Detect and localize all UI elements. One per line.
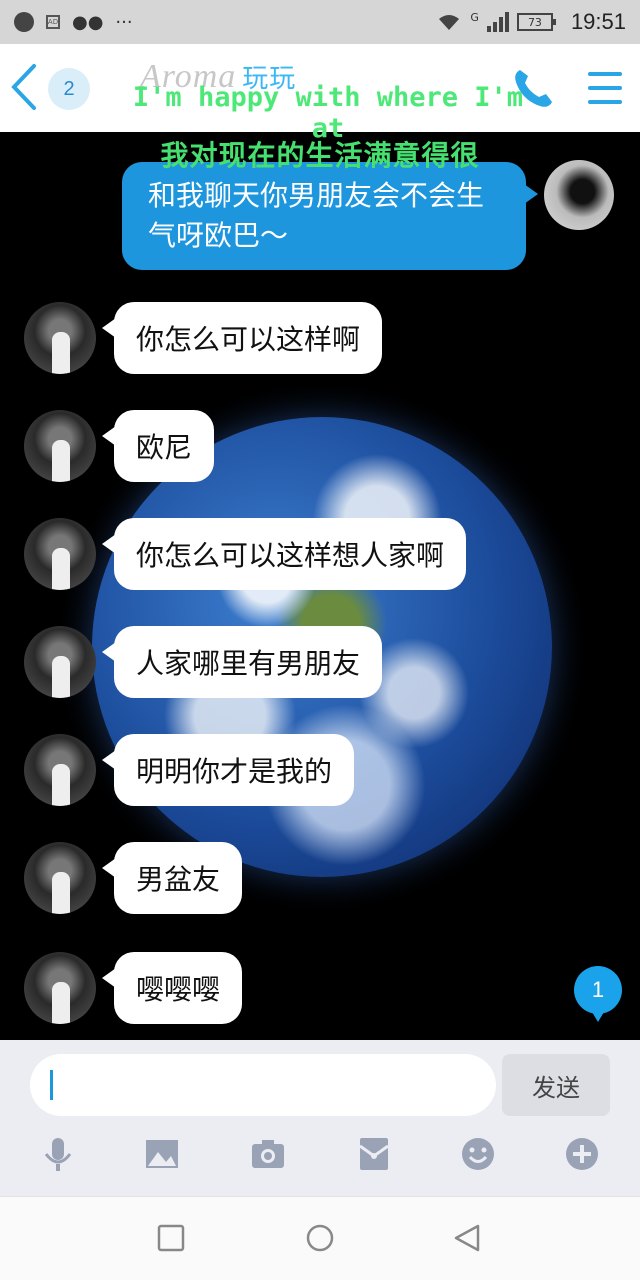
back-nav-icon[interactable] xyxy=(452,1223,482,1253)
network-type: G xyxy=(470,10,479,24)
message-text: 人家哪里有男朋友 xyxy=(136,647,361,680)
emoji-icon[interactable] xyxy=(460,1136,496,1172)
battery-icon: 73 xyxy=(516,13,556,31)
contact-avatar[interactable] xyxy=(24,842,96,914)
battery-level: 73 xyxy=(527,15,542,29)
globe-icon xyxy=(14,12,34,32)
mic-icon[interactable] xyxy=(40,1136,76,1172)
overlay-chinese-caption: 我对现在的生活满意得很 xyxy=(160,139,480,172)
message-bubble-in[interactable]: 欧尼 xyxy=(101,410,215,482)
send-button[interactable]: 发送 xyxy=(502,1054,610,1116)
status-icons-right: G 73 19:51 xyxy=(436,9,626,35)
message-bubble-in[interactable]: 你怎么可以这样啊 xyxy=(101,302,383,374)
plus-icon[interactable] xyxy=(564,1136,600,1172)
message-text: 欧尼 xyxy=(136,431,193,464)
recent-apps-icon[interactable] xyxy=(156,1223,186,1253)
contact-avatar[interactable] xyxy=(24,734,96,806)
camera-icon[interactable] xyxy=(250,1136,286,1172)
message-text: 你怎么可以这样啊 xyxy=(136,323,361,356)
contact-avatar[interactable] xyxy=(24,626,96,698)
wechat-icon: ●● xyxy=(72,11,104,33)
new-message-badge[interactable]: 1 xyxy=(574,966,622,1022)
red-packet-icon[interactable] xyxy=(356,1136,392,1172)
status-icons-left: AD ●● ··· xyxy=(14,12,133,33)
message-bubble-in[interactable]: 男盆友 xyxy=(101,842,243,914)
message-text: 明明你才是我的 xyxy=(136,755,333,788)
status-time: 19:51 xyxy=(570,9,626,34)
home-icon[interactable] xyxy=(305,1223,335,1253)
input-area: 发送 xyxy=(0,1040,640,1196)
contact-avatar[interactable] xyxy=(24,952,96,1024)
message-input[interactable] xyxy=(30,1054,496,1116)
wifi-icon xyxy=(439,15,460,30)
unread-count-badge[interactable]: 2 xyxy=(48,68,90,110)
self-avatar[interactable] xyxy=(544,160,614,230)
contact-avatar[interactable] xyxy=(24,302,96,374)
contact-avatar[interactable] xyxy=(24,410,96,482)
message-text: 男盆友 xyxy=(136,863,221,896)
message-bubble-in[interactable]: 明明你才是我的 xyxy=(101,734,355,806)
message-bubble-out[interactable]: 和我聊天你男朋友会不会生气呀欧巴～ xyxy=(122,162,538,270)
back-icon[interactable] xyxy=(6,62,40,112)
chat-toolbar xyxy=(0,1136,640,1180)
image-icon[interactable] xyxy=(144,1136,180,1172)
system-nav-bar xyxy=(0,1196,640,1280)
chat-area[interactable]: 和我聊天你男朋友会不会生气呀欧巴～ 你怎么可以这样啊 欧尼 你怎么可以这样想人家… xyxy=(0,132,640,1040)
contact-avatar[interactable] xyxy=(24,518,96,590)
signal-icon xyxy=(486,12,509,32)
status-bar: AD ●● ··· G 73 19:51 xyxy=(0,0,640,44)
menu-icon[interactable] xyxy=(588,72,622,104)
message-bubble-in[interactable]: 你怎么可以这样想人家啊 xyxy=(101,518,467,590)
message-bubble-in[interactable]: 嘤嘤嘤 xyxy=(101,952,243,1024)
message-bubble-in[interactable]: 人家哪里有男朋友 xyxy=(101,626,383,698)
message-text: 你怎么可以这样想人家啊 xyxy=(136,539,445,572)
message-text: 嘤嘤嘤 xyxy=(136,973,221,1006)
more-notifications-icon: ··· xyxy=(115,11,133,33)
text-caret xyxy=(50,1070,53,1100)
message-text: 和我聊天你男朋友会不会生气呀欧巴～ xyxy=(148,179,485,252)
ad-icon: AD xyxy=(46,15,60,29)
